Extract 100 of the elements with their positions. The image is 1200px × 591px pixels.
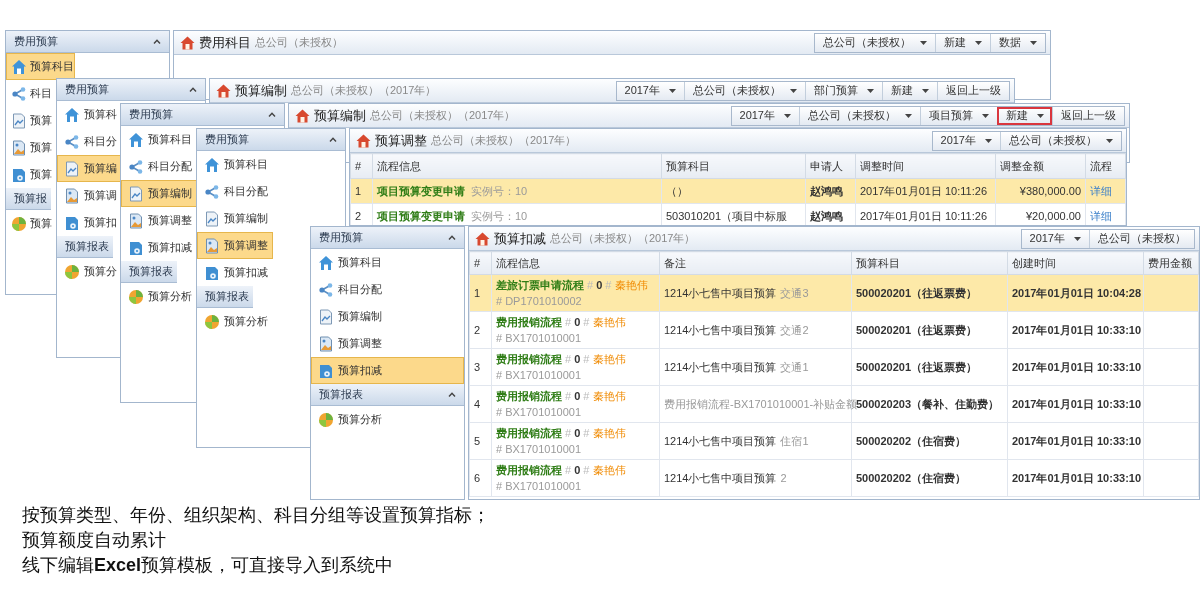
toolbar-button[interactable]: 新建 bbox=[935, 33, 990, 52]
toolbar-button[interactable]: 2017年 bbox=[616, 81, 684, 100]
section-header[interactable]: 费用预算 bbox=[6, 31, 169, 53]
instance-text: 实例号：10 bbox=[471, 184, 528, 197]
sidebar-item[interactable]: 科目分配 bbox=[197, 178, 273, 205]
section-header[interactable]: 预算报 bbox=[6, 188, 51, 210]
section-header[interactable]: 费用预算 bbox=[197, 129, 345, 151]
image-document-icon bbox=[204, 237, 220, 254]
process-name[interactable]: 项目预算变更申请 bbox=[377, 184, 465, 197]
column-header[interactable]: 流程 bbox=[1085, 153, 1126, 179]
sidebar-item[interactable]: 科目 bbox=[6, 80, 53, 107]
process-name[interactable]: 费用报销流程 bbox=[496, 389, 562, 402]
toolbar-button[interactable]: 数据 bbox=[990, 33, 1045, 52]
table-cell: （） bbox=[661, 178, 806, 204]
sidebar-item[interactable]: 预算编制 bbox=[197, 205, 273, 232]
section-header[interactable]: 预算报表 bbox=[311, 384, 464, 406]
sidebar-item[interactable]: 预算科目 bbox=[197, 151, 273, 178]
toolbar-button[interactable]: 新建 bbox=[882, 81, 937, 100]
column-header[interactable]: 预算科目 bbox=[851, 251, 1008, 275]
house-icon bbox=[318, 254, 334, 271]
column-header[interactable]: # bbox=[469, 251, 492, 275]
toolbar-button[interactable]: 总公司（未授权） bbox=[799, 106, 920, 125]
toolbar-button[interactable]: 新建 bbox=[997, 106, 1052, 125]
sidebar-item[interactable]: 预算 bbox=[6, 134, 53, 161]
sidebar-item[interactable]: 预算分 bbox=[57, 258, 122, 285]
sidebar-item[interactable]: 预算编制 bbox=[311, 303, 464, 330]
sidebar-item[interactable]: 预算扣减 bbox=[121, 234, 197, 261]
sidebar-item[interactable]: 预算分析 bbox=[121, 283, 197, 310]
count-text: # 0 # bbox=[565, 463, 590, 476]
table-row[interactable]: 2 费用报销流程 # 0 # 秦艳伟 # BX1701010001 1214小七售中项目预算 交通2 500020201（往返票费） 2017年01月01日 10:33:10 bbox=[469, 311, 1199, 349]
sidebar-item[interactable]: 预算扣减 bbox=[311, 357, 464, 384]
process-name[interactable]: 差旅订票申请流程 bbox=[496, 278, 584, 291]
home-icon bbox=[295, 108, 310, 123]
sidebar-item[interactable]: 预算科 bbox=[57, 101, 122, 128]
column-header[interactable]: 流程信息 bbox=[491, 251, 660, 275]
sidebar-item[interactable]: 预算科目 bbox=[311, 249, 464, 276]
section-header[interactable]: 预算报表 bbox=[197, 286, 253, 308]
sidebar-item[interactable]: 预算分析 bbox=[311, 406, 464, 433]
process-name[interactable]: 项目预算变更申请 bbox=[377, 209, 465, 222]
column-header[interactable]: 预算科目 bbox=[661, 153, 806, 179]
process-name[interactable]: 费用报销流程 bbox=[496, 463, 562, 476]
panel-subtitle: 总公司（未授权）（2017年） bbox=[291, 83, 437, 99]
table-row[interactable]: 4 费用报销流程 # 0 # 秦艳伟 # BX1701010001 费用报销流程-BX1701010001-补贴金额500020203（餐补、住勤费） 2017年01月01日 10:33:10 bbox=[469, 385, 1199, 423]
column-header[interactable]: 调整时间 bbox=[855, 153, 996, 179]
sidebar-item[interactable]: 预算扣减 bbox=[197, 259, 273, 286]
section-header[interactable]: 费用预算 bbox=[121, 104, 284, 126]
column-header[interactable]: 费用金额 bbox=[1143, 251, 1199, 275]
toolbar-button[interactable]: 2017年 bbox=[1021, 229, 1089, 248]
table-cell: 3 bbox=[469, 348, 492, 386]
sidebar-item[interactable]: 科目分 bbox=[57, 128, 122, 155]
table-cell: 1 bbox=[469, 274, 492, 312]
record-number: # BX1701010001 bbox=[496, 443, 582, 455]
toolbar-button[interactable]: 返回上一级 bbox=[1052, 106, 1124, 125]
sidebar-item[interactable]: 预算科目 bbox=[6, 53, 75, 80]
process-name[interactable]: 费用报销流程 bbox=[496, 352, 562, 365]
section-header[interactable]: 预算报表 bbox=[57, 236, 113, 258]
toolbar-button[interactable]: 2017年 bbox=[731, 106, 799, 125]
sidebar-item[interactable]: 预算调整 bbox=[197, 232, 273, 259]
sidebar-item[interactable]: 科目分配 bbox=[311, 276, 464, 303]
sidebar-item[interactable]: 预算 bbox=[6, 161, 53, 188]
section-header[interactable]: 预算报表 bbox=[121, 261, 177, 283]
note-text: 1214小七售中项目预算 bbox=[664, 471, 777, 484]
sidebar-item[interactable]: 预算编 bbox=[57, 155, 122, 182]
table-row[interactable]: 1 差旅订票申请流程 # 0 # 秦艳伟 # DP1701010002 1214小七售中项目预算 交通3 500020201（往返票费） 2017年01月01日 10:04:28 bbox=[469, 274, 1199, 312]
column-header[interactable]: 调整金额 bbox=[995, 153, 1086, 179]
sidebar-item[interactable]: 预算科目 bbox=[121, 126, 197, 153]
sidebar-item[interactable]: 预算分析 bbox=[197, 308, 273, 335]
process-name[interactable]: 费用报销流程 bbox=[496, 426, 562, 439]
toolbar-button[interactable]: 返回上一级 bbox=[937, 81, 1009, 100]
column-header[interactable]: 创建时间 bbox=[1007, 251, 1144, 275]
sidebar-item[interactable]: 预算调整 bbox=[121, 207, 197, 234]
sidebar-item[interactable]: 预算扣 bbox=[57, 209, 122, 236]
table-row[interactable]: 6 费用报销流程 # 0 # 秦艳伟 # BX1701010001 1214小七售中项目预算 2 500020202（住宿费） 2017年01月01日 10:33:10 bbox=[469, 459, 1199, 497]
column-header[interactable]: 申请人 bbox=[805, 153, 856, 179]
sidebar-item[interactable]: 科目分配 bbox=[121, 153, 197, 180]
sidebar-item[interactable]: 预算调 bbox=[57, 182, 122, 209]
sidebar-item[interactable]: 预算 bbox=[6, 107, 53, 134]
toolbar-button[interactable]: 项目预算 bbox=[920, 106, 997, 125]
table-row[interactable]: 3 费用报销流程 # 0 # 秦艳伟 # BX1701010001 1214小七售中项目预算 交通1 500020201（往返票费） 2017年01月01日 10:33:10 bbox=[469, 348, 1199, 386]
table-row[interactable]: 1 项目预算变更申请 实例号：10 （） 赵鸿鸣 2017年01月01日 10:11:26 ¥380,000.00 详细 bbox=[350, 178, 1126, 204]
toolbar-button[interactable]: 2017年 bbox=[932, 131, 1000, 150]
note-text: 1214小七售中项目预算 bbox=[664, 360, 777, 373]
toolbar-button[interactable]: 总公司（未授权） bbox=[1000, 131, 1121, 150]
table-cell: 500020202（住宿费） bbox=[851, 459, 1008, 497]
table-row[interactable]: 5 费用报销流程 # 0 # 秦艳伟 # BX1701010001 1214小七售中项目预算 住宿1 500020202（住宿费） 2017年01月01日 10:33:10 bbox=[469, 422, 1199, 460]
house-icon bbox=[128, 131, 144, 148]
column-header[interactable]: 备注 bbox=[659, 251, 852, 275]
person-name: 秦艳伟 bbox=[592, 426, 626, 439]
sidebar-item[interactable]: 预算编制 bbox=[121, 180, 197, 207]
sidebar-item[interactable]: 预算 bbox=[6, 210, 53, 237]
section-header[interactable]: 费用预算 bbox=[311, 227, 464, 249]
process-name[interactable]: 费用报销流程 bbox=[496, 315, 562, 328]
toolbar-button[interactable]: 总公司（未授权） bbox=[1089, 229, 1194, 248]
sidebar-item[interactable]: 预算调整 bbox=[311, 330, 464, 357]
column-header[interactable]: 流程信息 bbox=[372, 153, 662, 179]
column-header[interactable]: # bbox=[350, 153, 373, 179]
toolbar-button[interactable]: 部门预算 bbox=[805, 81, 882, 100]
toolbar-button[interactable]: 总公司（未授权） bbox=[684, 81, 805, 100]
toolbar-button[interactable]: 总公司（未授权） bbox=[815, 33, 935, 52]
section-header[interactable]: 费用预算 bbox=[57, 79, 205, 101]
